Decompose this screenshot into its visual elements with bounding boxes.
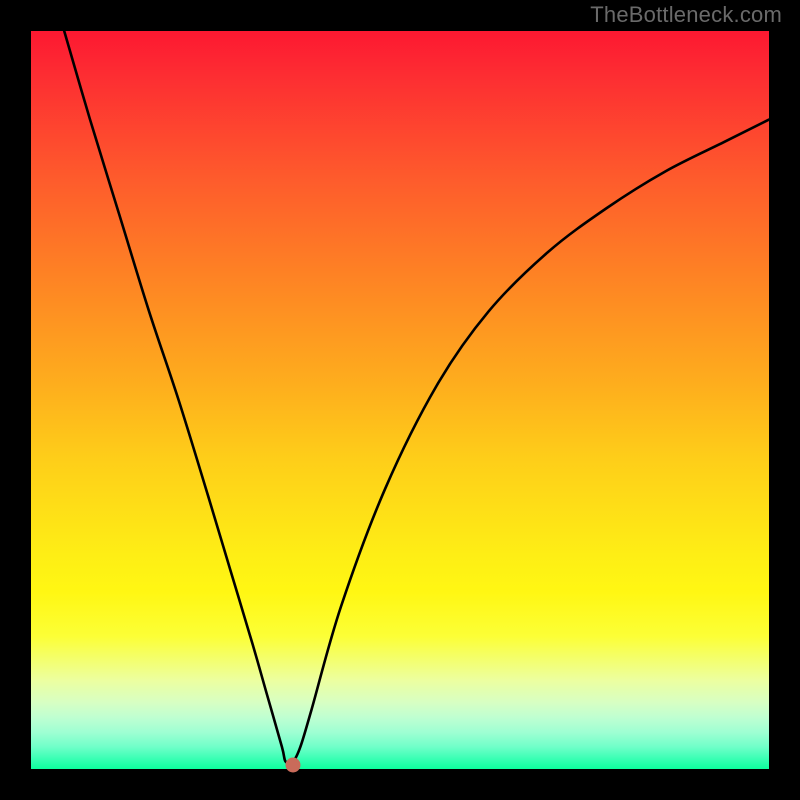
watermark-text: TheBottleneck.com [590, 2, 782, 28]
bottleneck-curve-path [64, 31, 769, 763]
minimum-marker-dot [285, 758, 300, 773]
chart-container: TheBottleneck.com [0, 0, 800, 800]
bottleneck-curve-svg [31, 31, 769, 769]
plot-area [31, 31, 769, 769]
